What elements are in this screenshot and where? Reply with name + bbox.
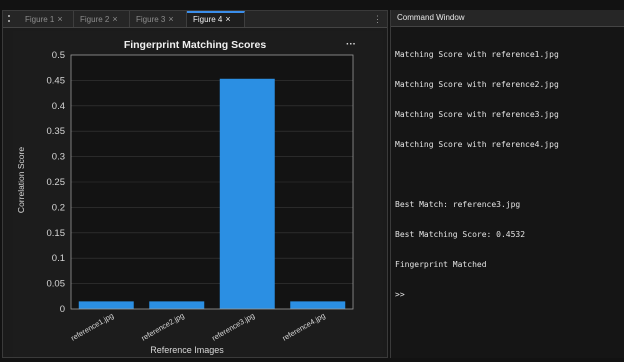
- output-line: Matching Score with reference1.jpg: [395, 50, 559, 59]
- figure-window: Figure 1 × Figure 2 × Figure 3 × Figure 4 × …: [2, 10, 388, 358]
- x-tick-label: reference3.jpg: [210, 311, 256, 343]
- output-line: Fingerprint Matched: [395, 260, 487, 269]
- bar[interactable]: [78, 301, 134, 309]
- close-icon[interactable]: ×: [112, 14, 117, 24]
- y-tick-label: 0.35: [47, 126, 66, 137]
- command-prompt[interactable]: >>: [395, 290, 624, 300]
- tab-figure-2[interactable]: Figure 2 ×: [74, 11, 130, 27]
- tab-label: Figure 4: [193, 15, 223, 24]
- command-output[interactable]: Matching Score with reference1.jpg Match…: [391, 27, 624, 320]
- output-line: Best Match: reference3.jpg: [395, 200, 521, 209]
- bar[interactable]: [290, 301, 346, 309]
- y-tick-label: 0.25: [47, 177, 66, 188]
- x-axis-label: Reference Images: [150, 345, 224, 355]
- x-tick-label: reference2.jpg: [140, 311, 186, 343]
- x-tick-label: reference4.jpg: [281, 311, 327, 343]
- bar-chart: 0 0.05 0.1 0.15 0.2 0.25 0.3 0.35 0.4 0.45 0.5 ref…: [16, 39, 356, 355]
- more-options-icon[interactable]: ⋮: [373, 11, 382, 27]
- y-tick-label: 0.2: [52, 202, 65, 213]
- drag-handle-icon[interactable]: [8, 15, 14, 22]
- bar[interactable]: [219, 78, 275, 309]
- y-axis-label: Correlation Score: [16, 147, 26, 213]
- axes-toolbar-icon[interactable]: ···: [346, 39, 356, 50]
- y-tick-label: 0.3: [52, 152, 65, 163]
- bar[interactable]: [149, 301, 205, 309]
- y-tick-label: 0.1: [52, 253, 65, 264]
- close-icon[interactable]: ×: [225, 14, 230, 24]
- tab-label: Figure 3: [136, 15, 166, 24]
- output-line: Best Matching Score: 0.4532: [395, 230, 526, 239]
- figure-canvas: 0 0.05 0.1 0.15 0.2 0.25 0.3 0.35 0.4 0.45 0.5 ref…: [13, 31, 383, 357]
- y-tick-label: 0.5: [52, 50, 65, 61]
- output-line: Matching Score with reference2.jpg: [395, 80, 559, 89]
- output-line: Matching Score with reference4.jpg: [395, 140, 559, 149]
- tab-figure-3[interactable]: Figure 3 ×: [130, 11, 187, 27]
- x-tick-label: reference1.jpg: [69, 311, 115, 343]
- command-window[interactable]: Command Window Matching Score with refer…: [390, 10, 624, 358]
- chart-title: Fingerprint Matching Scores: [124, 39, 267, 51]
- close-icon[interactable]: ×: [57, 14, 62, 24]
- output-line: Matching Score with reference3.jpg: [395, 110, 559, 119]
- y-tick-label: 0.15: [47, 228, 66, 239]
- tab-label: Figure 2: [80, 15, 110, 24]
- x-axis-ticks: reference1.jpg reference2.jpg reference3.j…: [69, 311, 327, 343]
- tab-figure-4[interactable]: Figure 4 ×: [187, 11, 245, 27]
- tab-label: Figure 1: [25, 15, 55, 24]
- close-icon[interactable]: ×: [168, 14, 173, 24]
- matlab-desktop: Figure 1 × Figure 2 × Figure 3 × Figure 4 × …: [0, 0, 624, 358]
- command-window-title: Command Window: [391, 10, 624, 27]
- y-tick-label: 0.05: [47, 279, 66, 290]
- figure-tab-bar: Figure 1 × Figure 2 × Figure 3 × Figure 4 × …: [3, 11, 387, 28]
- tab-figure-1[interactable]: Figure 1 ×: [19, 11, 74, 27]
- y-tick-label: 0.4: [52, 101, 65, 112]
- y-axis-ticks: 0 0.05 0.1 0.15 0.2 0.25 0.3 0.35 0.4 0.45 0.5: [47, 50, 66, 315]
- y-tick-label: 0.45: [47, 75, 66, 86]
- y-tick-label: 0: [60, 304, 65, 315]
